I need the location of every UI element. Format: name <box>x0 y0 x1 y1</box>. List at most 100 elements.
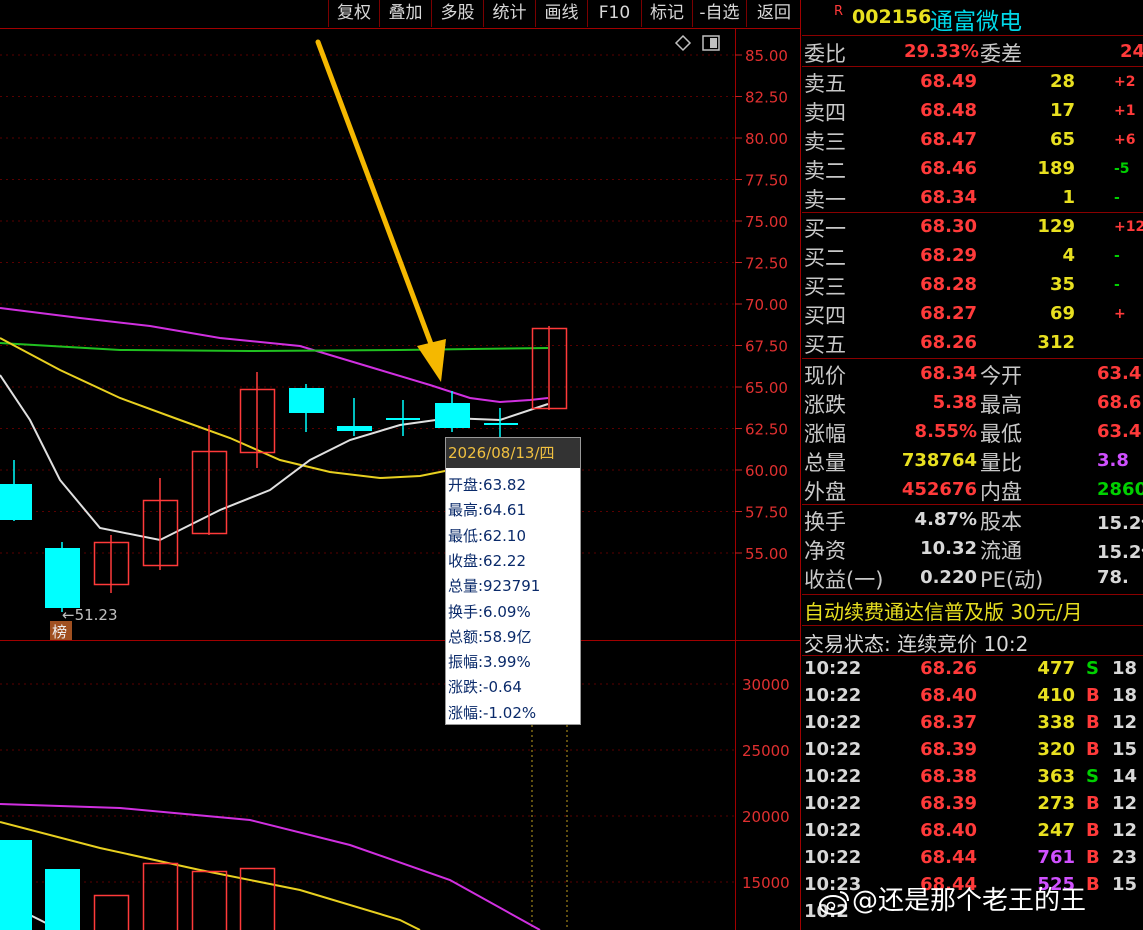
promo-banner[interactable]: 自动续费通达信普及版 30元/月 <box>804 596 1083 625</box>
tick-count: 18 <box>1112 658 1138 679</box>
tooltip-row: 振幅:3.99% <box>448 653 531 672</box>
stat-value: 68.6 <box>1097 392 1142 413</box>
toolbar-button-fuquan[interactable]: 复权 <box>328 0 379 27</box>
stock-name[interactable]: 通富微电 <box>930 2 1022 36</box>
tick-volume: 363 <box>1037 766 1075 787</box>
toolbar-button-tongji[interactable]: 统计 <box>483 0 535 27</box>
kline-chart[interactable]: 85.00 82.50 80.00 77.50 75.00 72.50 70.00 67.50… <box>0 0 802 930</box>
stat-label: 净资 <box>804 539 846 563</box>
order-volume: 129 <box>1037 216 1075 237</box>
order-volume: 35 <box>1049 274 1075 295</box>
tick-price: 68.44 <box>920 847 977 868</box>
order-volume: 65 <box>1049 129 1075 150</box>
price-axis-label: 75.00 <box>745 213 788 231</box>
tick-time: 10:22 <box>804 685 862 706</box>
toolbar-button-fanhui[interactable]: 返回 <box>746 0 801 27</box>
tick-side: B <box>1086 847 1100 868</box>
stat-label: 今开 <box>980 364 1022 388</box>
tick-volume: 338 <box>1037 712 1075 733</box>
order-level-label: 买三 <box>804 275 846 299</box>
stat-label: 内盘 <box>980 480 1022 504</box>
price-axis-label: 72.50 <box>745 255 788 273</box>
stat-value: 4.87% <box>914 509 977 530</box>
price-axis-label: 77.50 <box>745 172 788 190</box>
order-price: 68.34 <box>920 187 977 208</box>
tick-side: B <box>1086 739 1100 760</box>
tick-time: 10:22 <box>804 793 862 814</box>
order-price: 68.29 <box>920 245 977 266</box>
order-change: - <box>1114 277 1120 293</box>
order-level-label: 卖一 <box>804 188 846 212</box>
weicha-label: 委差 <box>980 42 1022 66</box>
tick-count: 14 <box>1112 766 1138 787</box>
volume-axis: 30000 25000 20000 15000 <box>742 676 790 892</box>
tick-price: 68.37 <box>920 712 977 733</box>
stat-label: 涨跌 <box>804 393 846 417</box>
tick-side: S <box>1086 658 1099 679</box>
order-level-label: 买一 <box>804 217 846 241</box>
volume-bars <box>0 840 276 930</box>
tick-time: 10:22 <box>804 820 862 841</box>
order-volume: 1 <box>1062 187 1075 208</box>
tooltip-row: 开盘:63.82 <box>448 476 526 494</box>
toolbar-button-f10[interactable]: F10 <box>587 0 641 27</box>
tick-count: 18 <box>1112 685 1138 706</box>
order-volume: 28 <box>1049 71 1075 92</box>
order-volume: 312 <box>1037 332 1075 353</box>
tick-count: 12 <box>1112 820 1138 841</box>
price-axis-label: 60.00 <box>745 462 788 480</box>
volume-axis-label: 30000 <box>742 676 790 694</box>
tooltip-row: 最高:64.61 <box>448 501 526 520</box>
order-price: 68.28 <box>920 274 977 295</box>
price-axis-label: 57.50 <box>745 504 788 522</box>
tick-count: 15 <box>1112 739 1138 760</box>
toolbar-button-diejia[interactable]: 叠加 <box>379 0 431 27</box>
order-change: - <box>1114 248 1120 264</box>
stat-value: 68.34 <box>920 363 977 384</box>
toolbar-button-duogu[interactable]: 多股 <box>431 0 483 27</box>
order-level-label: 卖四 <box>804 101 846 125</box>
stat-value: 15.2亿 <box>1097 513 1143 534</box>
tick-count: 12 <box>1112 793 1138 814</box>
order-change: +6 <box>1114 132 1136 148</box>
tooltip-row: 收盘:62.22 <box>448 551 526 570</box>
order-price: 68.46 <box>920 158 977 179</box>
tick-side: S <box>1086 766 1099 787</box>
order-price: 68.26 <box>920 332 977 353</box>
diamond-icon[interactable] <box>674 34 692 52</box>
tick-time: 10:22 <box>804 847 862 868</box>
price-axis-label: 85.00 <box>745 47 788 65</box>
tick-time: 10:22 <box>804 712 862 733</box>
weibi-value: 29.33% <box>904 41 979 62</box>
toolbar: 复权 叠加 多股 统计 画线 F10 标记 -自选 返回 <box>0 0 800 28</box>
stat-label: 换手 <box>804 510 846 534</box>
tick-price: 68.38 <box>920 766 977 787</box>
tooltip-row: 最低:62.10 <box>448 526 526 545</box>
toolbar-button-zixuan[interactable]: -自选 <box>692 0 746 27</box>
price-axis-label: 55.00 <box>745 545 788 563</box>
order-change: + <box>1114 306 1126 322</box>
order-change: - <box>1114 190 1120 206</box>
price-axis-label: 62.50 <box>745 421 788 439</box>
toolbar-button-huaxian[interactable]: 画线 <box>535 0 587 27</box>
order-level-label: 卖三 <box>804 130 846 154</box>
tick-volume: 761 <box>1037 847 1075 868</box>
toolbar-button-biaoji[interactable]: 标记 <box>641 0 692 27</box>
rank-badge: 榜 <box>52 623 67 641</box>
tick-side: B <box>1086 793 1100 814</box>
stat-value: 15.2亿 <box>1097 542 1143 563</box>
trade-status: 交易状态: 连续竞价 10:2 <box>804 632 1029 656</box>
volume-axis-label: 20000 <box>742 808 790 826</box>
order-change: -5 <box>1114 161 1130 177</box>
stat-value: 738764 <box>901 450 977 471</box>
stat-value: 3.8 <box>1097 450 1129 471</box>
order-price: 68.49 <box>920 71 977 92</box>
tooltip-row: 涨跌:-0.64 <box>448 678 522 697</box>
tooltip-date: 2026/08/13/四 <box>446 438 580 468</box>
tick-volume: 320 <box>1037 739 1075 760</box>
order-level-label: 买四 <box>804 304 846 328</box>
order-change: +2 <box>1114 74 1136 90</box>
price-axis-label: 65.00 <box>745 379 788 397</box>
price-axis-label: 82.50 <box>745 89 788 107</box>
price-axis-label: 70.00 <box>745 296 788 314</box>
